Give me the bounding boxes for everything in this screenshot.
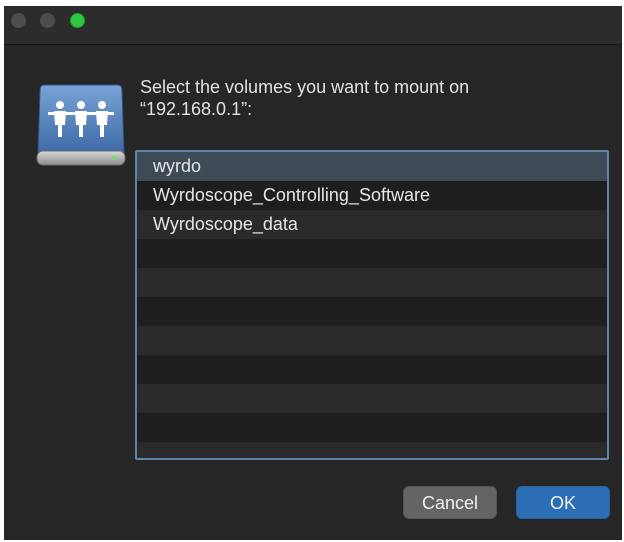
prompt-line-1: Select the volumes you want to mount on	[140, 77, 470, 97]
empty-row	[137, 297, 607, 326]
zoom-window-button[interactable]	[70, 13, 85, 28]
ok-button[interactable]: OK	[516, 486, 610, 519]
volume-item[interactable]: Wyrdoscope_Controlling_Software	[137, 181, 607, 210]
empty-row	[137, 239, 607, 268]
volume-item[interactable]: Wyrdoscope_data	[137, 210, 607, 239]
prompt-text: Select the volumes you want to mount on …	[140, 76, 600, 120]
mount-volumes-dialog: Select the volumes you want to mount on …	[4, 6, 622, 540]
minimize-window-button[interactable]	[40, 13, 55, 28]
empty-row	[137, 413, 607, 442]
close-window-button[interactable]	[11, 13, 26, 28]
volumes-list[interactable]: wyrdo Wyrdoscope_Controlling_Software Wy…	[135, 150, 609, 460]
empty-row	[137, 384, 607, 413]
network-share-drive-icon	[36, 84, 126, 166]
prompt-line-2: “192.168.0.1”:	[140, 99, 253, 119]
empty-row	[137, 268, 607, 297]
empty-row	[137, 326, 607, 355]
empty-row	[137, 442, 607, 458]
cancel-button[interactable]: Cancel	[403, 486, 497, 519]
title-bar	[4, 6, 622, 45]
empty-row	[137, 355, 607, 384]
volume-item[interactable]: wyrdo	[137, 152, 607, 181]
